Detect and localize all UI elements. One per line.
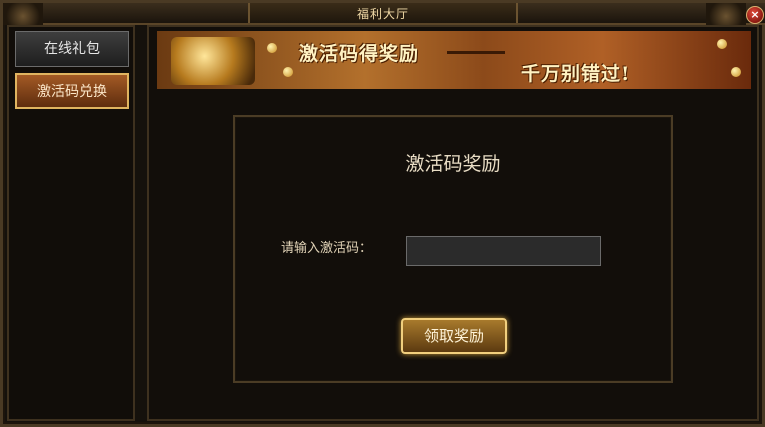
banner-headline: 激活码得奖励 <box>299 43 420 65</box>
coin-icon <box>267 43 277 53</box>
activation-code-input[interactable] <box>406 236 601 266</box>
sidebar: 在线礼包 激活码兑换 <box>7 25 135 421</box>
panel-title: 激活码奖励 <box>405 153 501 175</box>
coin-icon <box>283 67 293 77</box>
title-plate: 福利大厅 <box>248 3 518 23</box>
main-panel: 激活码得奖励 千万别错过! 激活码奖励 请输入激活码： 领取奖励 <box>147 25 759 421</box>
banner-tagline: 千万别错过! <box>521 63 631 85</box>
sidebar-item-activation-code[interactable]: 激活码兑换 <box>15 73 129 109</box>
code-input-label: 请输入激活码： <box>281 241 373 256</box>
window-frame: 福利大厅 × 在线礼包 激活码兑换 激活码得奖励 千万别错过! 激活码奖励 请输… <box>0 0 765 427</box>
close-icon[interactable]: × <box>746 6 764 24</box>
coin-icon <box>717 39 727 49</box>
title-bar: 福利大厅 × <box>3 3 765 25</box>
window-title: 福利大厅 <box>356 7 409 21</box>
claim-reward-button[interactable]: 领取奖励 <box>401 318 507 354</box>
ornament-left-icon <box>3 3 43 25</box>
treasure-chest-icon <box>171 37 255 85</box>
ornament-right-icon <box>706 3 746 25</box>
activation-code-panel: 激活码奖励 请输入激活码： 领取奖励 <box>233 115 673 383</box>
coin-icon <box>731 67 741 77</box>
sidebar-item-online-gift[interactable]: 在线礼包 <box>15 31 129 67</box>
banner-divider <box>447 51 505 54</box>
promo-banner: 激活码得奖励 千万别错过! <box>157 31 751 89</box>
